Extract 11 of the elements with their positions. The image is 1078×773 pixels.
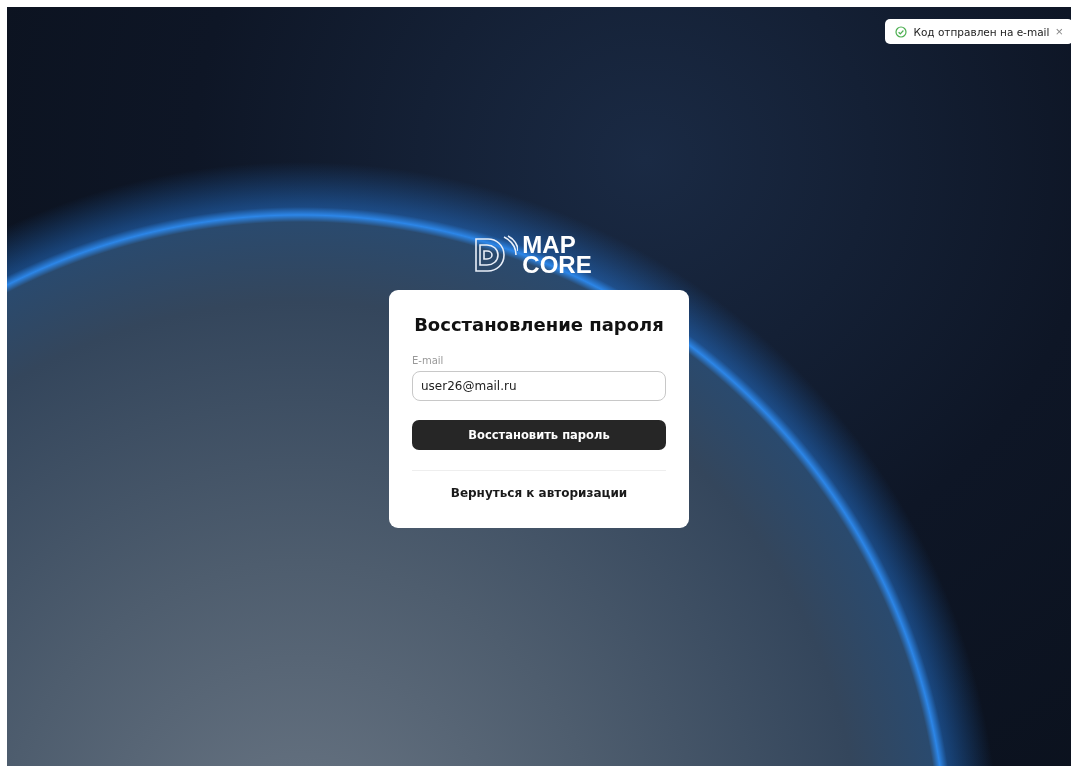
email-label: E-mail (412, 355, 445, 366)
toast-message: Код отправлен на e-mail (913, 25, 1050, 38)
form-title: Восстановление пароля (413, 314, 665, 335)
email-input-field[interactable]: user26@mail.ru (412, 371, 666, 401)
close-button[interactable]: × (1055, 25, 1063, 38)
logo-text: MAP (522, 235, 576, 255)
back-to-login-link[interactable]: Вернуться к авторизации (450, 486, 628, 500)
contour-lines-icon (474, 235, 519, 275)
check-circle-icon (895, 25, 908, 38)
logo-text: CORE (522, 255, 592, 275)
restore-password-button[interactable]: Восстановить пароль (412, 420, 666, 450)
